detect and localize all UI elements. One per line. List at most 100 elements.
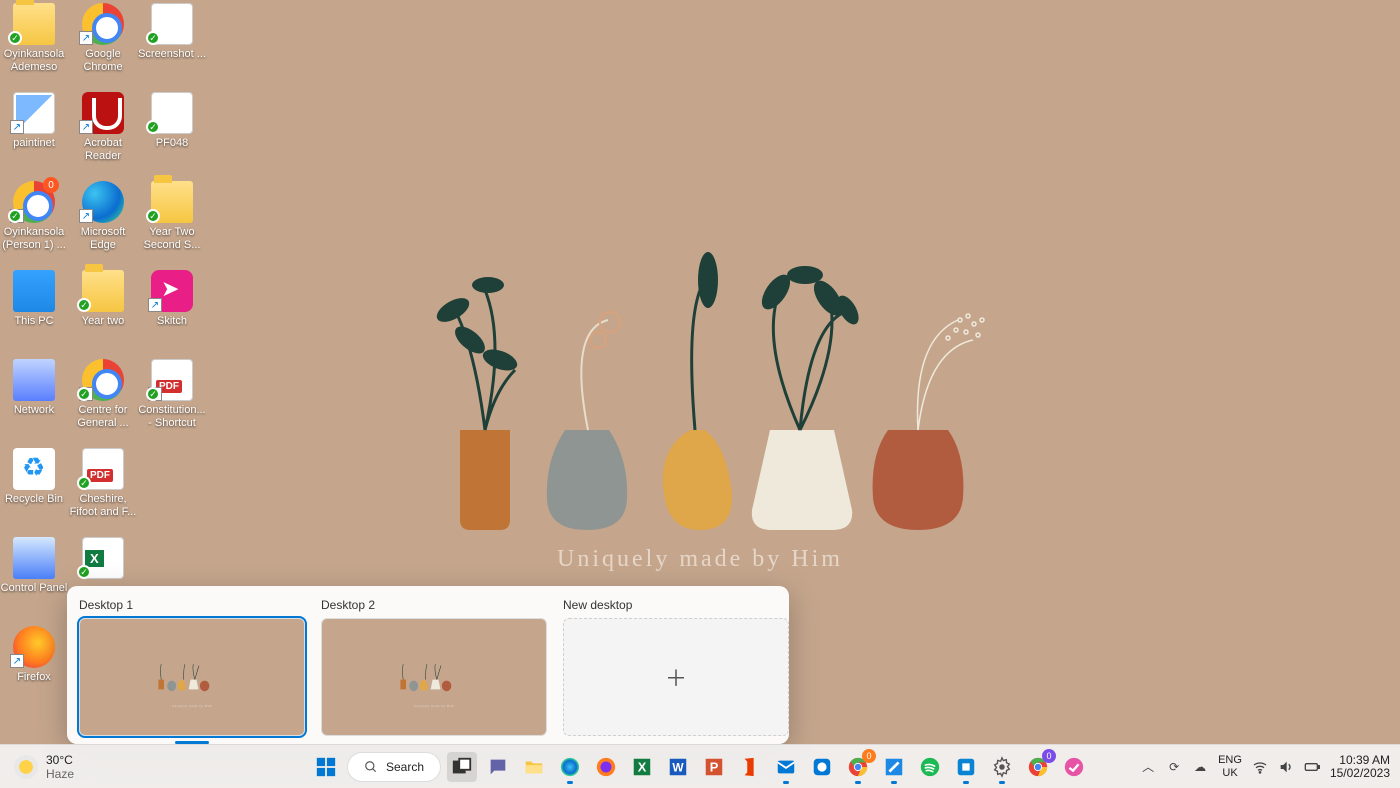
shortcut-arrow-icon: ↗ [148, 298, 162, 312]
desktop-icon-excel[interactable] [69, 537, 137, 582]
taskbar-file-explorer[interactable] [519, 752, 549, 782]
vd-title: Desktop 1 [79, 598, 305, 612]
sync-ok-icon [146, 387, 160, 401]
desktop-icon-controlpanel[interactable]: Control Panel [0, 537, 68, 595]
taskbar-word[interactable]: W [663, 752, 693, 782]
icon-label: PF048 [138, 137, 206, 150]
taskbar-tips[interactable] [807, 752, 837, 782]
clock[interactable]: 10:39 AM 15/02/2023 [1330, 754, 1390, 780]
desktop-icon-recycle[interactable]: Recycle Bin [0, 448, 68, 506]
weather-widget[interactable]: 30°C Haze [0, 753, 88, 781]
shortcut-arrow-icon: ↗ [79, 31, 93, 45]
desktop-icon-folder[interactable]: Oyinkansola Ademeso [0, 3, 68, 74]
shortcut-arrow-icon: ↗ [79, 120, 93, 134]
sync-ok-icon [8, 209, 22, 223]
volume-icon[interactable] [1278, 759, 1294, 775]
onedrive-icon[interactable]: ☁ [1192, 759, 1208, 775]
wifi-icon[interactable] [1252, 759, 1268, 775]
icon-label: Recycle Bin [0, 493, 68, 506]
desktop-icon-chrome[interactable]: ↗Oyinkansola (Person 1) ... [0, 181, 68, 252]
weather-icon [14, 755, 38, 779]
taskbar-mail[interactable] [771, 752, 801, 782]
icon-label: Control Panel [0, 582, 68, 595]
taskbar-chat[interactable] [483, 752, 513, 782]
sync-ok-icon [146, 120, 160, 134]
weather-cond: Haze [46, 767, 74, 781]
desktop-icon-pdf[interactable]: Cheshire, Fifoot and F... [69, 448, 137, 519]
taskbar: 30°C Haze Search X W P 0 0 ︿ ⟳ ☁ ENG UK 10:39… [0, 744, 1400, 788]
battery-icon[interactable] [1304, 759, 1320, 775]
desktop-icon-chrome[interactable]: ↗Google Chrome [69, 3, 137, 74]
vd-title: Desktop 2 [321, 598, 547, 612]
taskbar-start[interactable] [311, 752, 341, 782]
taskbar-tool-blue[interactable] [951, 752, 981, 782]
sync-ok-icon [77, 565, 91, 579]
taskbar-edge[interactable] [555, 752, 585, 782]
new-desktop[interactable]: New desktop ＋ [563, 598, 789, 732]
taskbar-office[interactable] [735, 752, 765, 782]
weather-temp: 30°C [46, 753, 74, 767]
desktop-icon-firefox[interactable]: ↗Firefox [0, 626, 68, 684]
desktop-icon-skitch[interactable]: ↗ Skitch [138, 270, 206, 328]
taskbar-excel[interactable]: X [627, 752, 657, 782]
desktop-icon-word[interactable]: PF048 [138, 92, 206, 150]
chevron-up-icon[interactable]: ︿ [1140, 759, 1156, 775]
shortcut-arrow-icon: ↗ [79, 209, 93, 223]
taskbar-app-pink[interactable] [1059, 752, 1089, 782]
recycle-icon [13, 448, 55, 490]
icon-label: Microsoft Edge [69, 226, 137, 252]
icon-label: Oyinkansola (Person 1) ... [0, 226, 68, 252]
sync-icon[interactable]: ⟳ [1166, 759, 1182, 775]
taskbar-powerpoint[interactable]: P [699, 752, 729, 782]
sync-ok-icon [146, 31, 160, 45]
system-tray: ︿ ⟳ ☁ ENG UK 10:39 AM 15/02/2023 [1140, 754, 1390, 780]
desktop-icon-page[interactable]: Screenshot ... [138, 3, 206, 61]
desktop-icon-folder[interactable]: Year Two Second S... [138, 181, 206, 252]
icon-label: paintinet [0, 137, 68, 150]
new-desktop-button[interactable]: ＋ [563, 618, 789, 736]
icon-label: Centre for General ... [69, 404, 137, 430]
icon-label: Network [0, 404, 68, 417]
taskbar-settings[interactable] [987, 752, 1017, 782]
desktop-icon-thispc[interactable]: This PC [0, 270, 68, 328]
desktop-icon-network[interactable]: Network [0, 359, 68, 417]
vd-title: New desktop [563, 598, 789, 612]
search-placeholder: Search [386, 760, 424, 774]
icon-label: Skitch [138, 315, 206, 328]
taskbar-chrome-2[interactable]: 0 [1023, 752, 1053, 782]
icon-label: Screenshot ... [138, 48, 206, 61]
taskbar-firefox[interactable] [591, 752, 621, 782]
taskbar-snip[interactable] [879, 752, 909, 782]
desktop-icon-chrome[interactable]: ↗Centre for General ... [69, 359, 137, 430]
icon-label: Firefox [0, 671, 68, 684]
badge: 0 [862, 749, 876, 763]
desktop-icon-folder[interactable]: Year two [69, 270, 137, 328]
language-indicator[interactable]: ENG UK [1218, 754, 1242, 780]
icon-label: Oyinkansola Ademeso [0, 48, 68, 74]
sync-ok-icon [8, 31, 22, 45]
shortcut-arrow-icon: ↗ [10, 120, 24, 134]
icon-label: Constitution... - Shortcut [138, 404, 206, 430]
virtual-desktop-2[interactable]: Desktop 2 [321, 598, 547, 732]
taskbar-spotify[interactable] [915, 752, 945, 782]
desktop-icon-pdf[interactable]: ↗Constitution... - Shortcut [138, 359, 206, 430]
icon-label: Year two [69, 315, 137, 328]
search-input[interactable]: Search [347, 752, 441, 782]
icon-label: This PC [0, 315, 68, 328]
badge: 0 [1042, 749, 1056, 763]
taskbar-task-view[interactable] [447, 752, 477, 782]
search-icon [364, 760, 378, 774]
thispc-icon [13, 270, 55, 312]
sync-ok-icon [77, 476, 91, 490]
svg-text:W: W [672, 760, 684, 774]
taskbar-chrome[interactable]: 0 [843, 752, 873, 782]
svg-text:P: P [710, 759, 719, 774]
vd-thumbnail[interactable] [321, 618, 547, 736]
desktop-icon-edge[interactable]: ↗ Microsoft Edge [69, 181, 137, 252]
vd-thumbnail[interactable] [79, 618, 305, 736]
controlpanel-icon [13, 537, 55, 579]
desktop-icon-acrobat[interactable]: ↗Acrobat Reader [69, 92, 137, 163]
sync-ok-icon [77, 298, 91, 312]
virtual-desktop-1[interactable]: Desktop 1 [79, 598, 305, 732]
desktop-icon-paint[interactable]: ↗ paintinet [0, 92, 68, 150]
